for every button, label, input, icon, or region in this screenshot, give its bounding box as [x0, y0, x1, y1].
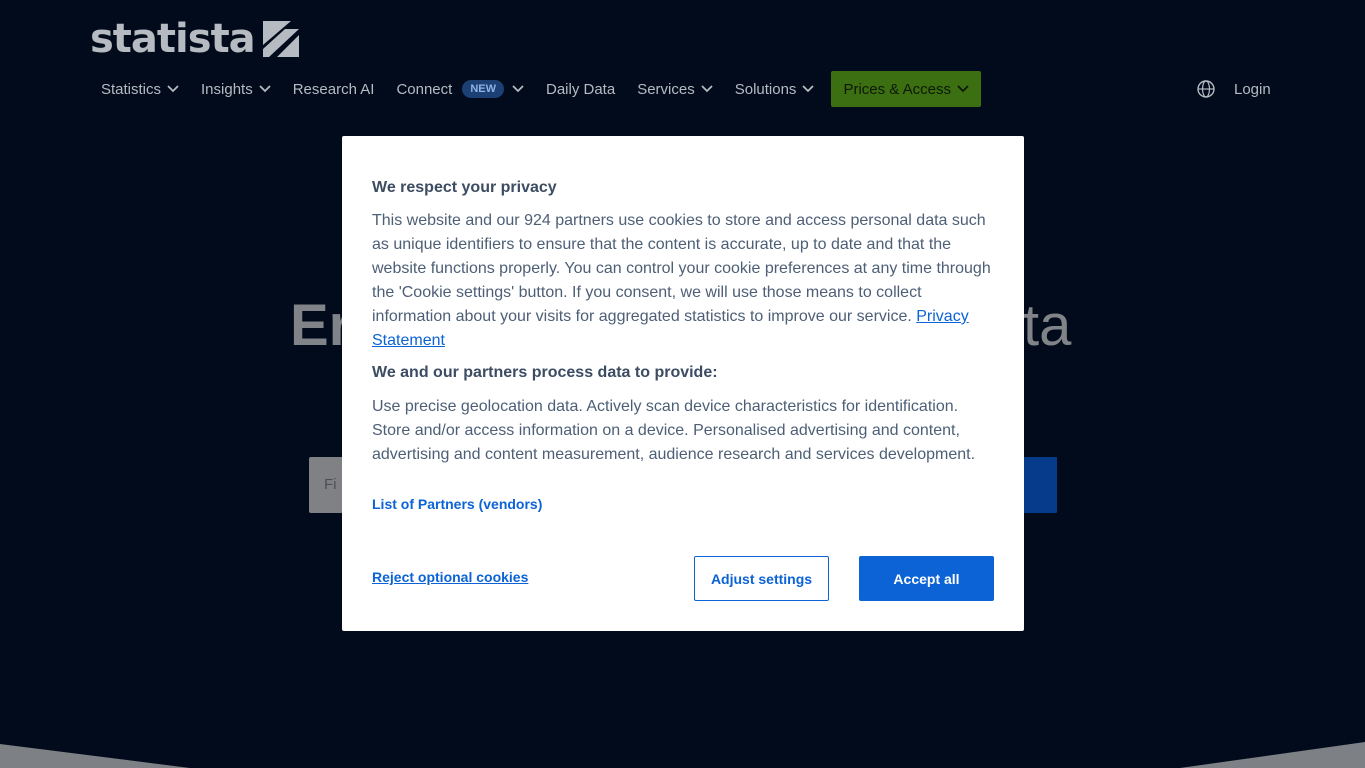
nav-research-ai[interactable]: Research AI [282, 71, 386, 107]
accept-all-button[interactable]: Accept all [859, 556, 994, 601]
hero-bottom-shape [0, 742, 1365, 768]
hero-search-placeholder: Fi [324, 476, 337, 493]
cookie-consent-dialog: We respect your privacy This website and… [342, 136, 1024, 631]
reject-optional-cookies-link[interactable]: Reject optional cookies [372, 569, 528, 585]
nav-label: Research AI [292, 80, 375, 98]
nav-label: Connect [396, 80, 453, 98]
chevron-down-icon [167, 85, 179, 93]
dialog-title: We respect your privacy [372, 179, 557, 196]
dialog-purposes: Use precise geolocation data. Actively s… [372, 398, 976, 463]
globe-icon[interactable] [1196, 79, 1216, 99]
logo-text: statista [90, 16, 256, 62]
new-badge: NEW [462, 80, 504, 98]
nav-label: Solutions [734, 80, 797, 98]
nav-label: Services [637, 80, 695, 98]
chevron-down-icon [701, 85, 713, 93]
chevron-down-icon [802, 85, 815, 93]
chevron-down-icon [957, 85, 969, 93]
nav-label: Statistics [101, 80, 162, 98]
nav-connect[interactable]: Connect NEW [385, 71, 535, 107]
partners-list-link[interactable]: List of Partners (vendors) [372, 496, 542, 512]
main-nav: Statistics Insights Research AI Connect … [90, 71, 981, 107]
statista-logo[interactable]: statista [90, 14, 299, 64]
nav-insights[interactable]: Insights [190, 71, 282, 107]
hero-title-end: ta [1023, 293, 1072, 358]
nav-prices-access-button[interactable]: Prices & Access [831, 71, 981, 107]
logo-mark-icon [262, 21, 299, 57]
nav-label: Daily Data [545, 80, 616, 98]
nav-services[interactable]: Services [626, 71, 724, 107]
adjust-settings-button[interactable]: Adjust settings [694, 556, 829, 601]
dialog-body: This website and our 924 partners use co… [372, 209, 998, 353]
dialog-body-text: This website and our 924 partners use co… [372, 212, 991, 325]
nav-daily-data[interactable]: Daily Data [535, 71, 626, 107]
chevron-down-icon [512, 85, 524, 93]
nav-solutions[interactable]: Solutions [724, 71, 826, 107]
chevron-down-icon [259, 85, 271, 93]
nav-statistics[interactable]: Statistics [90, 71, 190, 107]
dialog-subtitle: We and our partners process data to prov… [372, 364, 718, 381]
nav-label: Prices & Access [843, 80, 951, 98]
right-nav: Login [1196, 71, 1271, 107]
login-link[interactable]: Login [1234, 81, 1271, 98]
nav-label: Insights [201, 80, 253, 98]
